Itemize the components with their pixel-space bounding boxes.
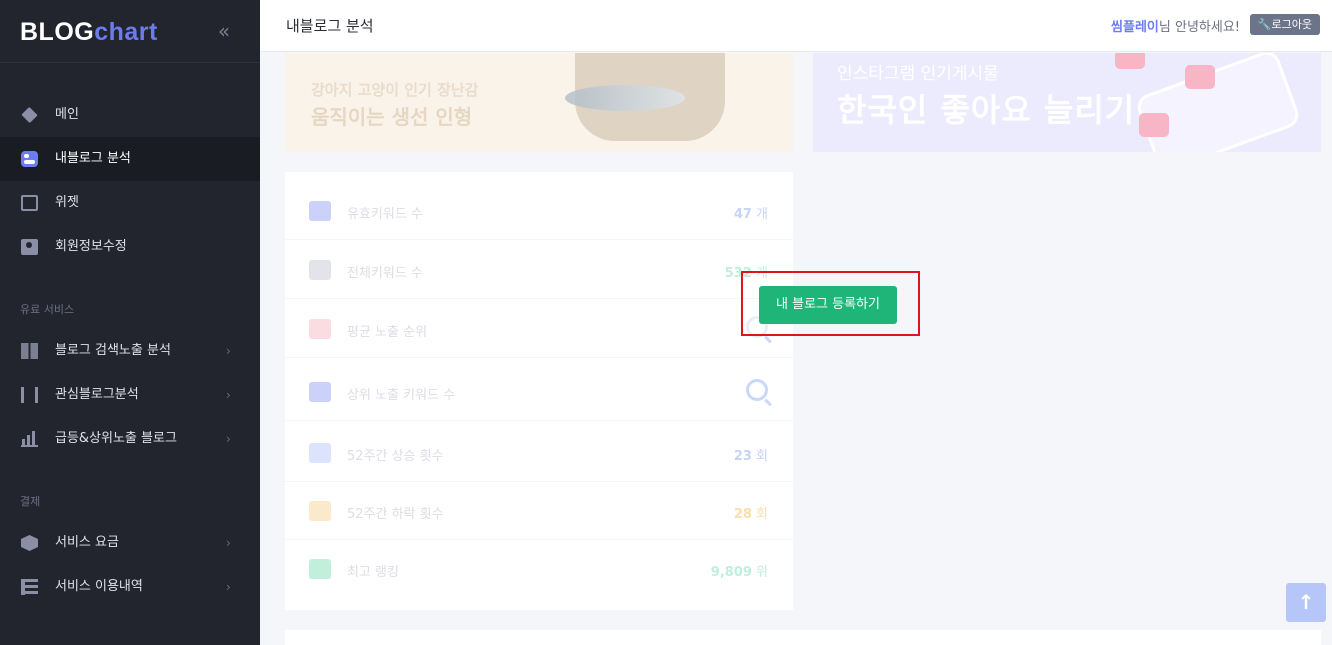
sidebar-item-label: 내블로그 분석: [55, 151, 131, 166]
sidebar-item-search-exposure[interactable]: 블로그 검색노출 분석 ›: [0, 329, 260, 373]
sidebar-item-label: 블로그 검색노출 분석: [55, 343, 171, 358]
stat-unit: 위: [751, 565, 768, 580]
stat-label: 평균 노출 순위: [347, 325, 428, 340]
chevron-right-icon: ›: [226, 344, 231, 358]
sidebar-item-label: 관심블로그분석: [55, 387, 139, 402]
page-title: 내블로그 분석: [286, 17, 374, 35]
sidebar-item-label: 서비스 이용내역: [55, 579, 143, 594]
grid-icon: [21, 343, 38, 359]
stat-unit: 개: [751, 207, 768, 222]
ad-banner-toy[interactable]: 강아지 고양이 인기 장난감 움직이는 생선 인형: [285, 53, 793, 152]
stat-row: 평균 노출 순위: [285, 300, 793, 358]
sidebar-item-widget[interactable]: 위젯: [0, 181, 260, 225]
copy-icon: [309, 319, 331, 339]
banner-line2: 한국인 좋아요 늘리기: [837, 91, 1136, 129]
banner-line1: 인스타그램 인기게시물: [837, 64, 999, 84]
stat-value: 9,809 위: [711, 561, 768, 580]
sidebar: BLOG chart « 메인 내블로그 분석 위젯 회원정보수정 유료 서비스 …: [0, 0, 260, 645]
stat-label: 상위 노출 키워드 수: [347, 388, 456, 403]
trend-down-icon: [309, 501, 331, 521]
layers-icon: [21, 106, 38, 124]
sidebar-item-pricing[interactable]: 서비스 요금 ›: [0, 521, 260, 565]
stat-row: 52주간 상승 횟수 23 회: [285, 424, 793, 482]
stat-number: 47: [733, 207, 752, 222]
sidebar-item-rising-blog[interactable]: 급등&상위노출 블로그 ›: [0, 417, 260, 461]
sidebar-item-edit-profile[interactable]: 회원정보수정: [0, 225, 260, 269]
banner-line2: 움직이는 생선 인형: [311, 105, 473, 129]
top-header: 내블로그 분석 씸플레이님 안녕하세요! 🔧로그아웃: [260, 0, 1332, 52]
ad-banner-instagram[interactable]: 인스타그램 인기게시물 한국인 좋아요 늘리기: [813, 53, 1321, 152]
user-greeting: 씸플레이님 안녕하세요!: [1111, 16, 1240, 35]
stat-row: 52주간 하락 횟수 28 회: [285, 482, 793, 540]
main-content: 강아지 고양이 인기 장난감 움직이는 생선 인형 인스타그램 인기게시물 한국…: [260, 53, 1332, 645]
collapse-sidebar-icon[interactable]: «: [214, 20, 234, 42]
brand-logo-part2: chart: [94, 17, 158, 46]
stat-unit: 회: [751, 507, 768, 522]
document-icon: [309, 260, 331, 280]
register-my-blog-button[interactable]: 내 블로그 등록하기: [759, 286, 897, 324]
bottom-card: [285, 630, 1321, 645]
list-doc-icon: [309, 382, 331, 402]
sidebar-item-main[interactable]: 메인: [0, 93, 260, 137]
bar-chart-icon: [21, 431, 38, 447]
phone-image: [1133, 53, 1303, 152]
trophy-icon: [309, 559, 331, 579]
heart-icon: [1185, 65, 1215, 89]
stat-label: 최고 랭킹: [347, 565, 399, 580]
stat-value: 23 회: [734, 445, 768, 464]
brand-logo[interactable]: BLOG chart: [20, 14, 158, 50]
banner-line1: 강아지 고양이 인기 장난감: [311, 81, 479, 99]
sidebar-item-interest-blog[interactable]: 관심블로그분석 ›: [0, 373, 260, 417]
trend-up-icon: [309, 443, 331, 463]
stat-label: 유효키워드 수: [347, 207, 423, 222]
brand-logo-part1: BLOG: [20, 17, 95, 46]
section-title-paid-services: 유료 서비스: [20, 303, 75, 316]
box-icon: [21, 535, 38, 551]
list-icon: [21, 579, 38, 595]
sidebar-item-label: 서비스 요금: [55, 535, 119, 550]
stat-row: 유효키워드 수 47 개: [285, 182, 793, 240]
stat-value: 28 회: [734, 503, 768, 522]
stat-label: 52주간 상승 횟수: [347, 449, 444, 464]
stat-value: 47 개: [734, 203, 768, 222]
sidebar-item-label: 회원정보수정: [55, 239, 127, 254]
section-title-payment: 결제: [20, 495, 41, 508]
greeting-text: 님 안녕하세요!: [1158, 20, 1240, 35]
stat-number: 23: [733, 449, 752, 464]
username[interactable]: 씸플레이: [1111, 20, 1159, 35]
stat-row: 상위 노출 키워드 수: [285, 363, 793, 421]
stat-label: 전체키워드 수: [347, 266, 423, 281]
chevron-right-icon: ›: [226, 536, 231, 550]
stats-card: 유효키워드 수 47 개 전체키워드 수 532 개 평균 노출 순위 상위 노…: [285, 172, 793, 610]
stat-number: 28: [733, 507, 752, 522]
bell-icon: [309, 201, 331, 221]
sidebar-item-label: 메인: [55, 107, 79, 122]
sidebar-item-label: 급등&상위노출 블로그: [55, 431, 177, 446]
toggle-icon: [21, 151, 38, 167]
chevron-right-icon: ›: [226, 388, 231, 402]
sidebar-item-usage-history[interactable]: 서비스 이용내역 ›: [0, 565, 260, 609]
fish-toy-image: [565, 85, 685, 111]
stat-number: 9,809: [710, 565, 752, 580]
heart-icon: [1115, 53, 1145, 69]
stat-row: 최고 랭킹 9,809 위: [285, 540, 793, 598]
stat-label: 52주간 하락 횟수: [347, 507, 444, 522]
scroll-to-top-button[interactable]: ↑: [1286, 583, 1326, 622]
sidebar-item-label: 위젯: [55, 195, 79, 210]
stat-unit: 회: [751, 449, 768, 464]
sidebar-item-my-blog-analysis[interactable]: 내블로그 분석: [0, 137, 260, 181]
search-icon: [746, 379, 768, 401]
user-card-icon: [21, 239, 38, 255]
logout-button[interactable]: 🔧로그아웃: [1249, 14, 1320, 35]
sidebar-divider: [0, 62, 260, 63]
chevron-right-icon: ›: [226, 432, 231, 446]
heart-icon: [1139, 113, 1169, 137]
pulse-icon: [21, 195, 38, 211]
chevron-right-icon: ›: [226, 580, 231, 594]
frame-icon: [21, 387, 38, 403]
stat-row: 전체키워드 수 532 개: [285, 241, 793, 299]
